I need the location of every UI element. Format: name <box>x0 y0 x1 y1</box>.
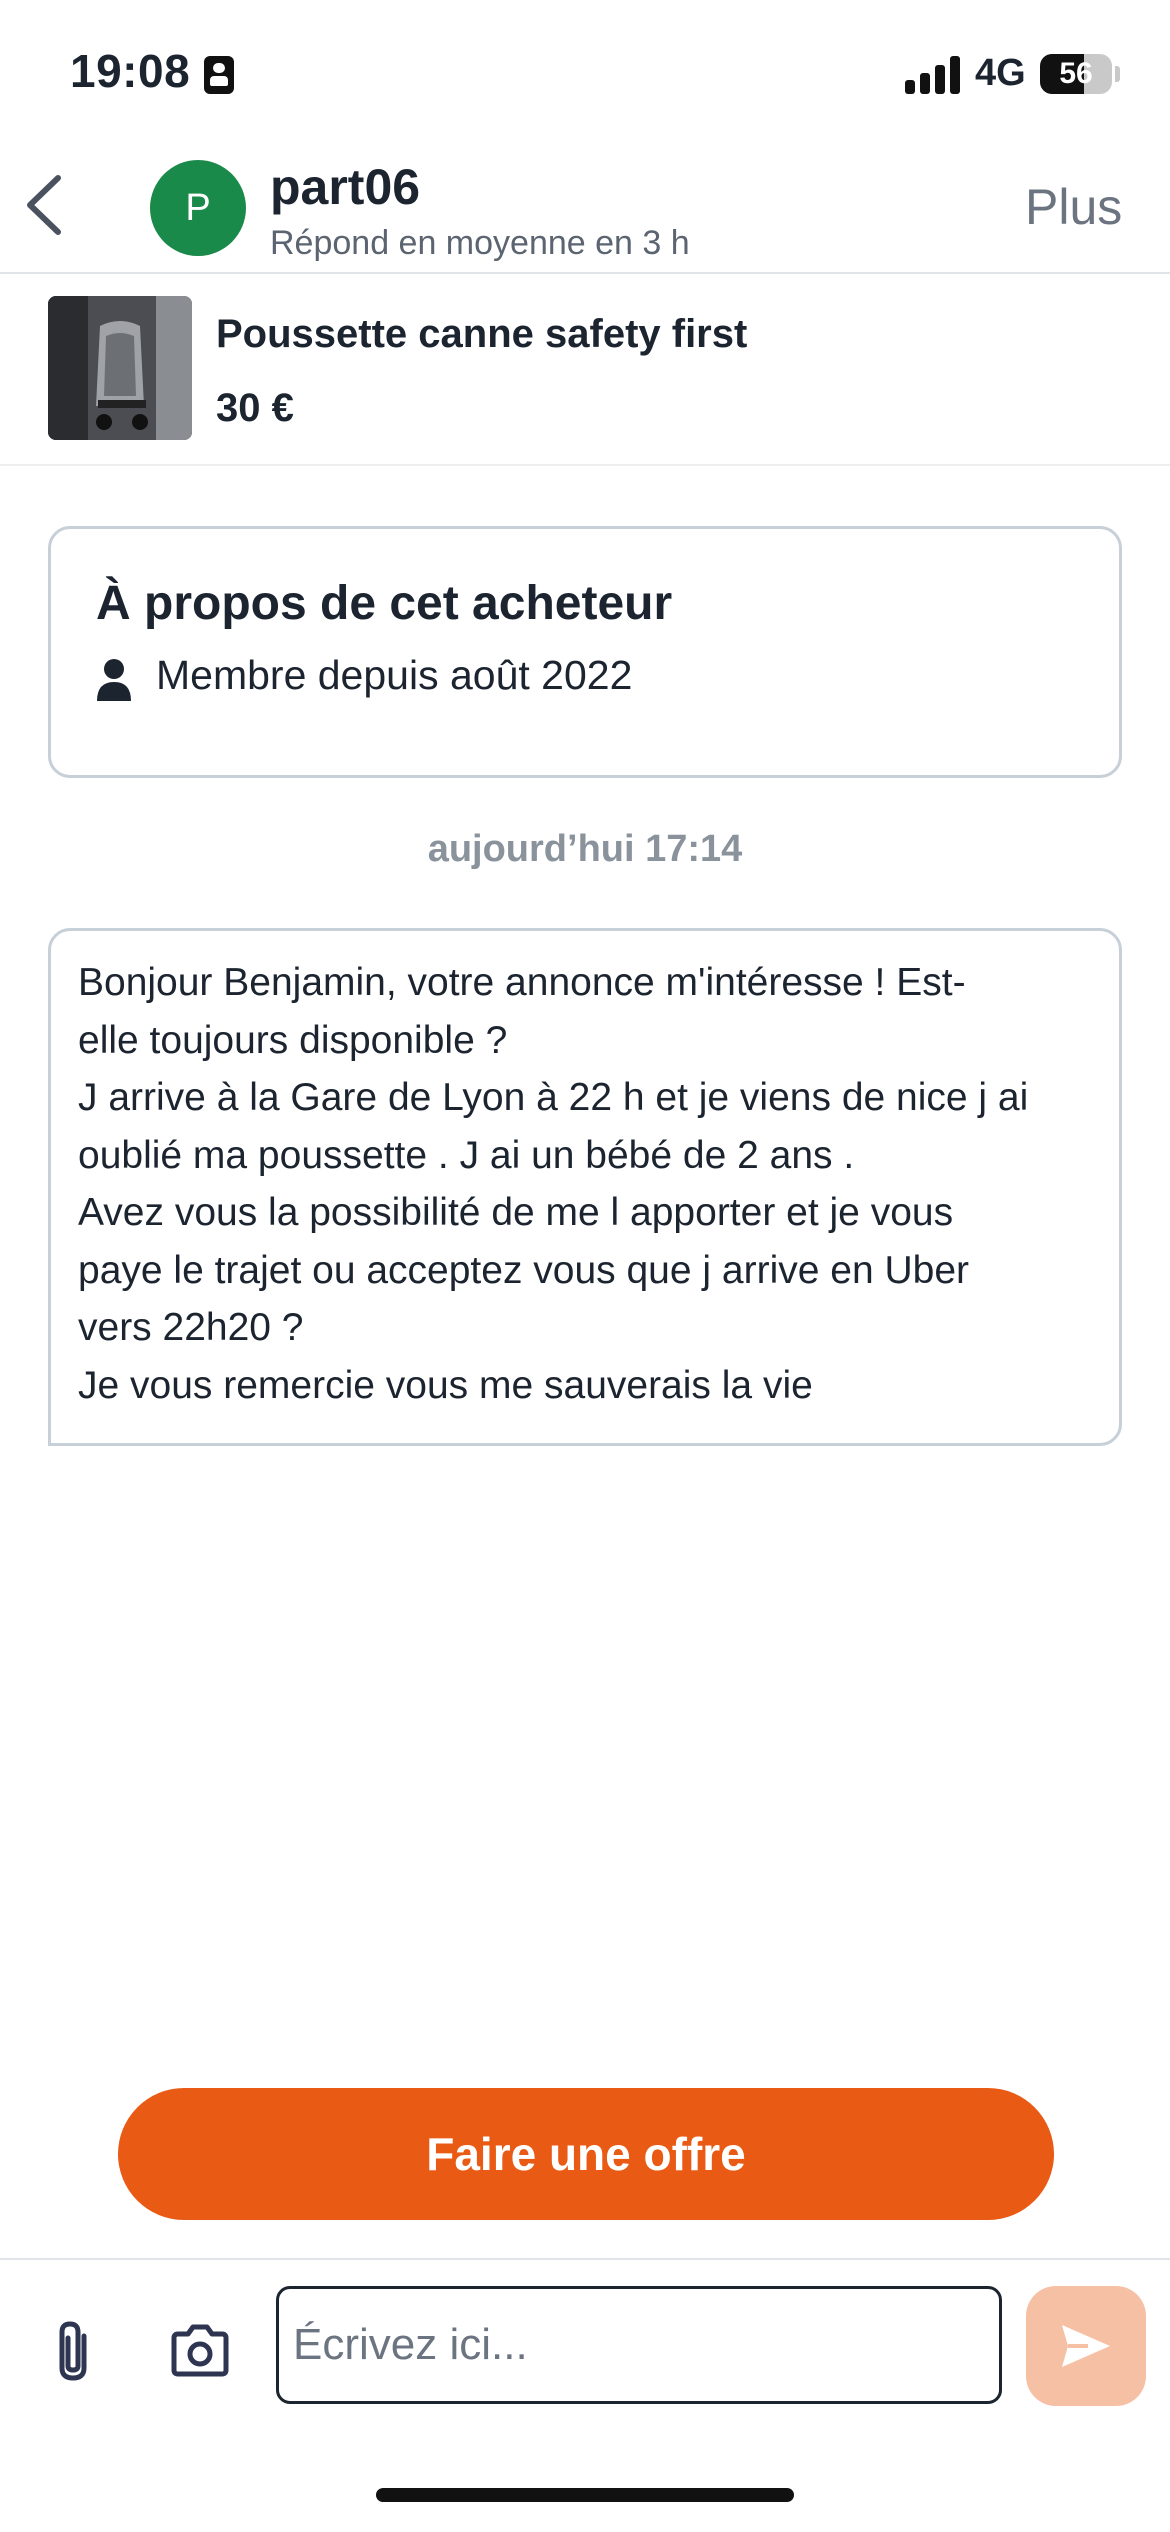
sim-card-icon <box>204 56 234 94</box>
signal-icon <box>905 56 961 94</box>
avatar[interactable]: P <box>150 160 246 256</box>
avatar-letter: P <box>185 186 211 229</box>
battery-tip <box>1115 66 1120 82</box>
message-line: oublié ma poussette . J ai un bébé de 2 … <box>78 1133 855 1177</box>
message-line: Avez vous la possibilité de me l apporte… <box>78 1191 954 1234</box>
header-divider <box>0 272 1170 274</box>
message-line: elle toujours disponible ? <box>78 1018 508 1062</box>
back-chevron-icon <box>27 175 61 235</box>
about-buyer-title: À propos de cet acheteur <box>96 577 673 630</box>
message-input[interactable] <box>276 2286 1002 2404</box>
battery-level: 56 <box>1059 57 1093 90</box>
message-line: vers 22h20 ? <box>78 1306 304 1349</box>
message-line: paye le trajet ou acceptez vous que j ar… <box>78 1248 970 1292</box>
message-date: aujourd’hui 17:14 <box>427 828 743 870</box>
send-icon <box>1062 2325 1110 2367</box>
send-button[interactable] <box>1026 2286 1146 2406</box>
member-since: Membre depuis août 2022 <box>156 652 633 698</box>
message-line: Je vous remercie vous me sauverais la vi… <box>78 1363 813 1407</box>
more-button[interactable]: Plus <box>1025 178 1122 236</box>
make-offer-label: Faire une offre <box>426 2128 746 2180</box>
listing-thumbnail[interactable] <box>48 296 192 440</box>
make-offer-button[interactable]: Faire une offre <box>118 2088 1054 2220</box>
status-time: 19:08 <box>70 45 191 97</box>
back-button[interactable] <box>18 170 78 240</box>
network-type: 4G <box>975 52 1026 94</box>
compose-divider <box>0 2258 1170 2260</box>
listing-title[interactable]: Poussette canne safety first <box>216 312 747 357</box>
listing-divider <box>0 464 1170 466</box>
person-icon <box>96 658 132 702</box>
user-name[interactable]: part06 <box>270 158 420 216</box>
paperclip-icon[interactable] <box>50 2318 96 2384</box>
home-indicator[interactable] <box>376 2488 794 2502</box>
response-time: Répond en moyenne en 3 h <box>270 224 690 262</box>
message-text: Bonjour Benjamin, votre annonce m'intére… <box>78 954 1098 1414</box>
camera-icon[interactable] <box>168 2324 232 2378</box>
listing-price: 30 € <box>216 386 294 430</box>
message-line: J arrive à la Gare de Lyon à 22 h et je … <box>78 1076 1029 1119</box>
battery-icon: 56 <box>1040 54 1112 94</box>
message-line: Bonjour Benjamin, votre annonce m'intére… <box>78 961 966 1004</box>
